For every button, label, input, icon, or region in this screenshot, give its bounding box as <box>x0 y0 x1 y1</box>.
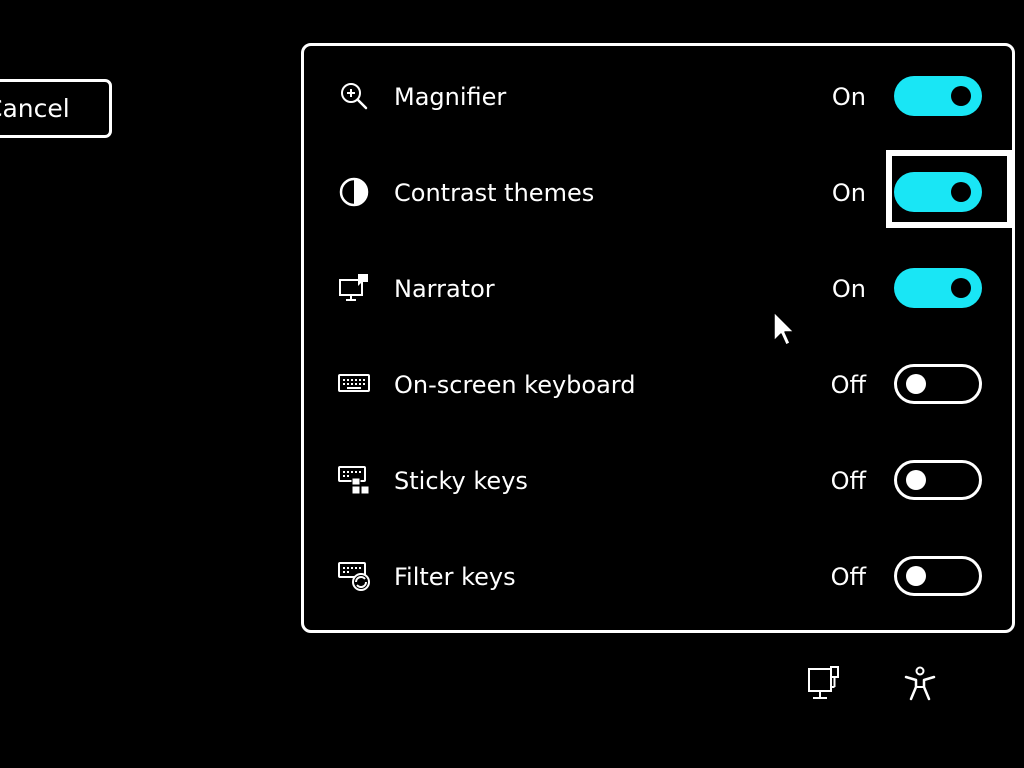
toggle-knob <box>906 566 926 586</box>
on-screen-keyboard-state: Off <box>830 371 866 399</box>
keyboard-icon <box>338 368 370 400</box>
sticky-keys-state: Off <box>830 467 866 495</box>
narrator-state: On <box>831 275 866 303</box>
toggle-knob <box>951 278 971 298</box>
row-filter-keys: Filter keys Off <box>304 526 1012 622</box>
filter-keys-label: Filter keys <box>394 563 516 591</box>
toggle-knob <box>951 182 971 202</box>
cancel-button-label: Cancel <box>0 94 70 123</box>
magnifier-icon <box>338 80 370 112</box>
sticky-keys-toggle[interactable] <box>894 460 982 500</box>
narrator-icon <box>338 272 370 304</box>
toggle-knob <box>951 86 971 106</box>
toggle-knob <box>906 374 926 394</box>
on-screen-keyboard-toggle[interactable] <box>894 364 982 404</box>
filter-keys-icon <box>338 560 370 592</box>
magnifier-toggle[interactable] <box>894 76 982 116</box>
row-narrator: Narrator On <box>304 238 1012 334</box>
toggle-knob <box>906 470 926 490</box>
contrast-themes-label: Contrast themes <box>394 179 595 207</box>
row-on-screen-keyboard: On-screen keyboard Off <box>304 334 1012 430</box>
row-magnifier: Magnifier On <box>304 46 1012 142</box>
accessibility-icon[interactable] <box>902 665 938 703</box>
row-contrast-themes: Contrast themes On <box>304 142 1012 238</box>
cancel-button[interactable]: Cancel <box>0 79 112 138</box>
narrator-label: Narrator <box>394 275 495 303</box>
network-icon[interactable] <box>806 665 842 703</box>
row-sticky-keys: Sticky keys Off <box>304 430 1012 526</box>
contrast-icon <box>338 176 370 208</box>
sticky-keys-icon <box>338 464 370 496</box>
narrator-toggle[interactable] <box>894 268 982 308</box>
filter-keys-state: Off <box>830 563 866 591</box>
on-screen-keyboard-label: On-screen keyboard <box>394 371 636 399</box>
filter-keys-toggle[interactable] <box>894 556 982 596</box>
magnifier-state: On <box>831 83 866 111</box>
sticky-keys-label: Sticky keys <box>394 467 528 495</box>
contrast-themes-state: On <box>831 179 866 207</box>
contrast-themes-toggle[interactable] <box>894 172 982 212</box>
magnifier-label: Magnifier <box>394 83 507 111</box>
quick-accessibility-panel: Magnifier On Contrast themes On Narrator… <box>301 43 1015 633</box>
